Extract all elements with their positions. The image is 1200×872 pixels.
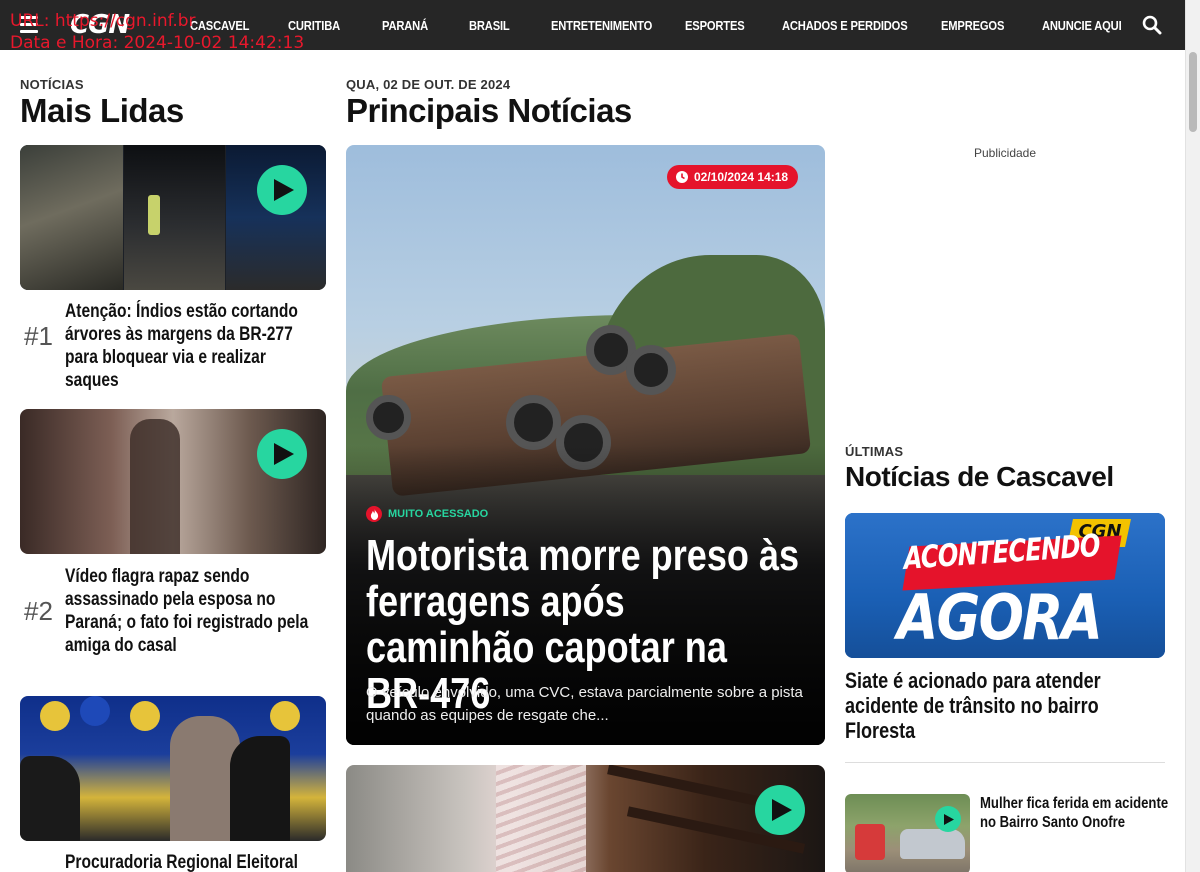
play-icon[interactable] xyxy=(257,429,307,479)
play-icon[interactable] xyxy=(755,785,805,835)
overlay-url: URL: https://cgn.inf.br xyxy=(10,11,196,31)
most-read-3-title[interactable]: Procuradoria Regional Eleitoral xyxy=(65,851,319,872)
nav-item-empregos[interactable]: EMPREGOS xyxy=(941,18,1004,33)
hero-timestamp: 02/10/2024 14:18 xyxy=(694,170,789,184)
cascavel-item-1-thumbnail[interactable] xyxy=(845,794,970,872)
current-date-kicker: QUA, 02 DE OUT. DE 2024 xyxy=(346,77,511,92)
nav-item-anuncie-aqui[interactable]: ANUNCIE AQUI xyxy=(1042,18,1122,33)
cascavel-lead-title[interactable]: Siate é acionado para atender acidente d… xyxy=(845,668,1140,743)
hero-timestamp-badge: 02/10/2024 14:18 xyxy=(667,165,799,189)
cascavel-item-1-title[interactable]: Mulher fica ferida em acidente no Bairro… xyxy=(980,794,1169,832)
search-icon[interactable] xyxy=(1142,15,1162,35)
most-read-kicker: NOTÍCIAS xyxy=(20,77,84,92)
hero-tag: MUITO ACESSADO xyxy=(366,506,488,522)
play-icon[interactable] xyxy=(257,165,307,215)
banner-line-2: AGORA xyxy=(897,581,1103,654)
most-read-title: Mais Lidas xyxy=(20,92,184,129)
nav-item-entretenimento[interactable]: ENTRETENIMENTO xyxy=(551,18,652,33)
play-icon[interactable] xyxy=(935,806,961,832)
flame-icon xyxy=(366,506,382,522)
most-read-1-title[interactable]: Atenção: Índios estão cortando árvores à… xyxy=(65,300,319,392)
hero-story[interactable]: 02/10/2024 14:18 MUITO ACESSADO Motorist… xyxy=(346,145,825,745)
clock-icon xyxy=(676,171,688,183)
main-news-title: Principais Notícias xyxy=(346,92,632,129)
most-read-1-thumbnail[interactable] xyxy=(20,145,326,290)
nav-item-esportes[interactable]: ESPORTES xyxy=(685,18,745,33)
most-read-2-title[interactable]: Vídeo flagra rapaz sendo assassinado pel… xyxy=(65,565,319,657)
acontecendo-agora-banner[interactable]: CGN ACONTECENDO AGORA xyxy=(845,513,1165,658)
latest-kicker: ÚLTIMAS xyxy=(845,444,904,459)
most-read-1-rank: #1 xyxy=(24,321,53,351)
overlay-datetime: Data e Hora: 2024-10-02 14:42:13 xyxy=(10,33,305,53)
hero-summary: O veículo envolvido, uma CVC, estava par… xyxy=(366,684,803,724)
scroll-thumb[interactable] xyxy=(1189,52,1197,132)
hero-tag-label: MUITO ACESSADO xyxy=(388,508,489,520)
most-read-2-rank: #2 xyxy=(24,596,53,626)
capture-overlay: URL: https://cgn.inf.br Data e Hora: 202… xyxy=(10,10,304,54)
nav-item-achados-e-perdidos[interactable]: ACHADOS E PERDIDOS xyxy=(782,18,908,33)
divider xyxy=(845,762,1165,763)
nav-item-brasil[interactable]: BRASIL xyxy=(469,18,510,33)
most-read-3-thumbnail[interactable] xyxy=(20,696,326,841)
page-scrollbar[interactable] xyxy=(1185,0,1200,872)
cascavel-news-title: Notícias de Cascavel xyxy=(845,461,1114,492)
secondary-story-thumbnail[interactable] xyxy=(346,765,825,872)
most-read-2-thumbnail[interactable] xyxy=(20,409,326,554)
advertisement-label: Publicidade xyxy=(973,146,1037,160)
nav-item-parana[interactable]: PARANÁ xyxy=(382,18,428,33)
